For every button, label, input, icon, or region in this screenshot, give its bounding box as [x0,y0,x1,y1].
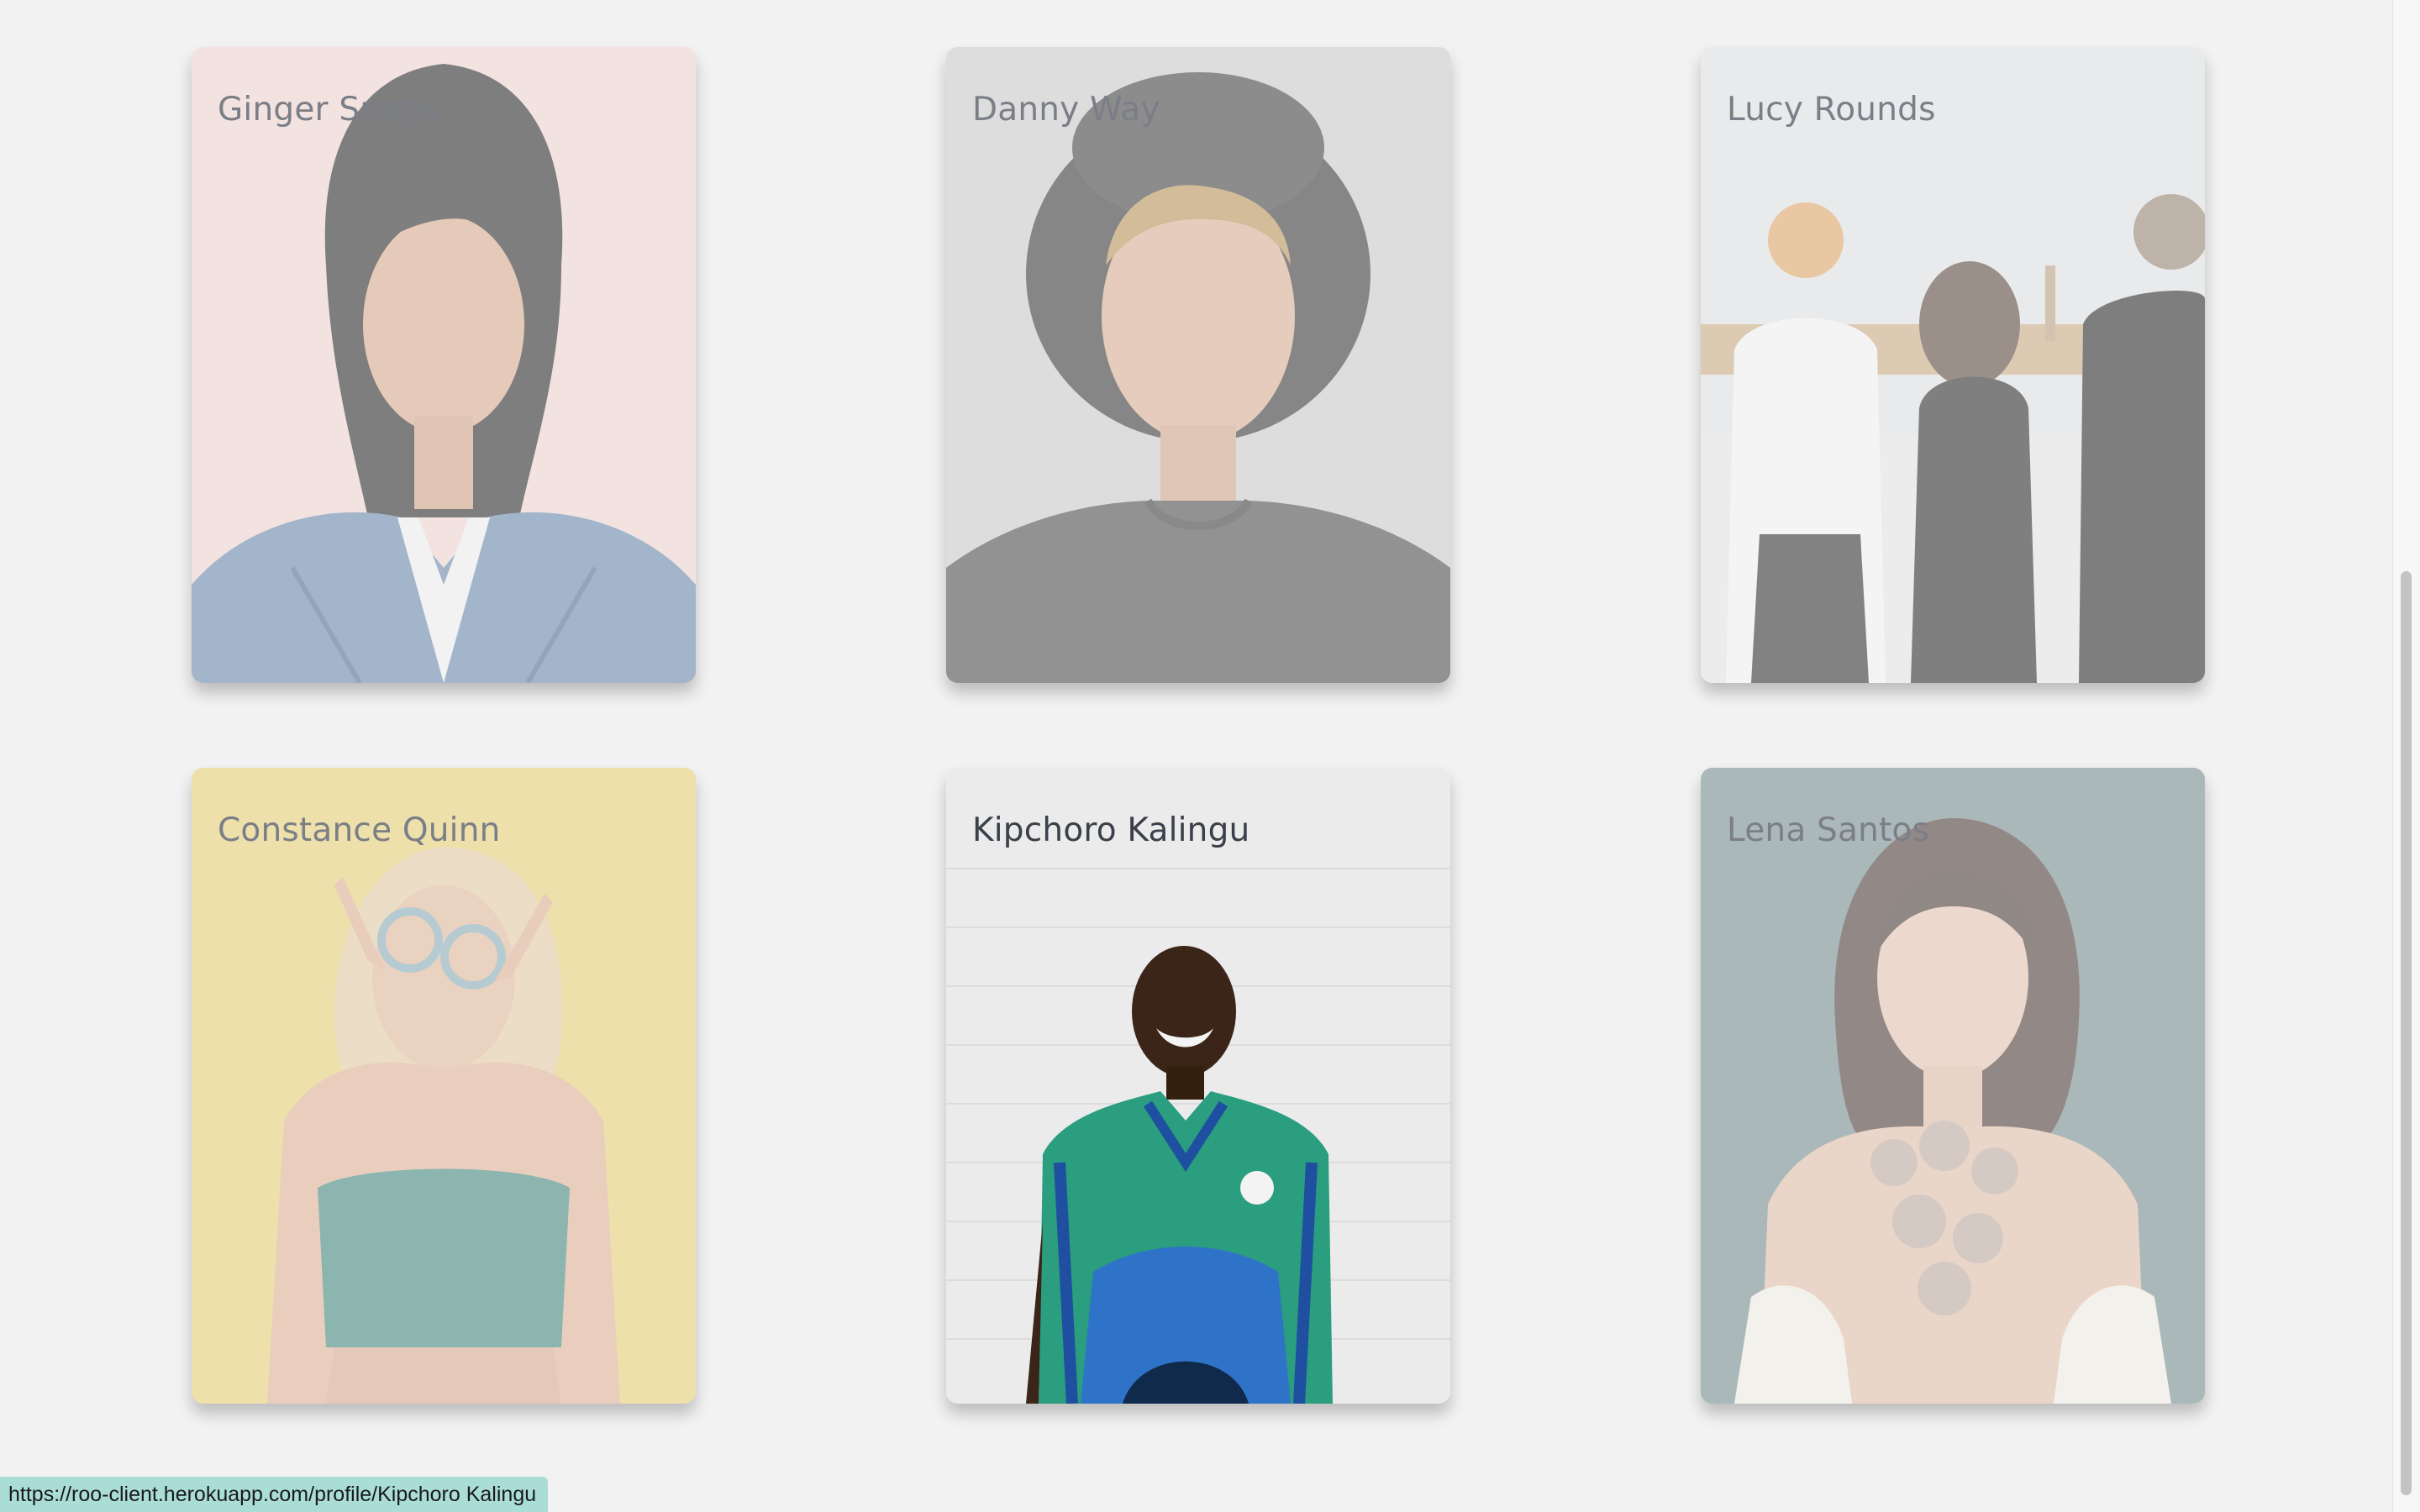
profile-photo [1701,47,2205,683]
profile-name: Constance Quinn [218,811,501,849]
profile-photo [192,47,696,683]
profile-card-constance-quinn[interactable]: Constance Quinn [192,768,696,1404]
profile-name: Kipchoro Kalingu [972,811,1250,849]
profile-card-kipchoro-kalingu[interactable]: Kipchoro Kalingu [946,768,1450,1404]
profile-photo [946,768,1450,1404]
profile-card-danny-way[interactable]: Danny Way [946,47,1450,683]
profile-name: Lena Santos [1727,811,1930,849]
profile-photo [1701,768,2205,1404]
profile-name: Ginger Snaps [218,91,439,129]
profile-card-lucy-rounds[interactable]: Lucy Rounds [1701,47,2205,683]
vertical-scrollbar[interactable] [2392,0,2420,1512]
profile-grid: Ginger Snaps Danny Way Lucy Rounds Const… [0,0,2393,1512]
profile-card-lena-santos[interactable]: Lena Santos [1701,768,2205,1404]
scrollbar-thumb[interactable] [2401,571,2412,1495]
profile-name: Lucy Rounds [1727,91,1936,129]
link-status-bar: https://roo-client.herokuapp.com/profile… [0,1477,549,1512]
profile-card-ginger-snaps[interactable]: Ginger Snaps [192,47,696,683]
profile-photo [192,768,696,1404]
profile-name: Danny Way [972,91,1160,129]
profile-photo [946,47,1450,683]
